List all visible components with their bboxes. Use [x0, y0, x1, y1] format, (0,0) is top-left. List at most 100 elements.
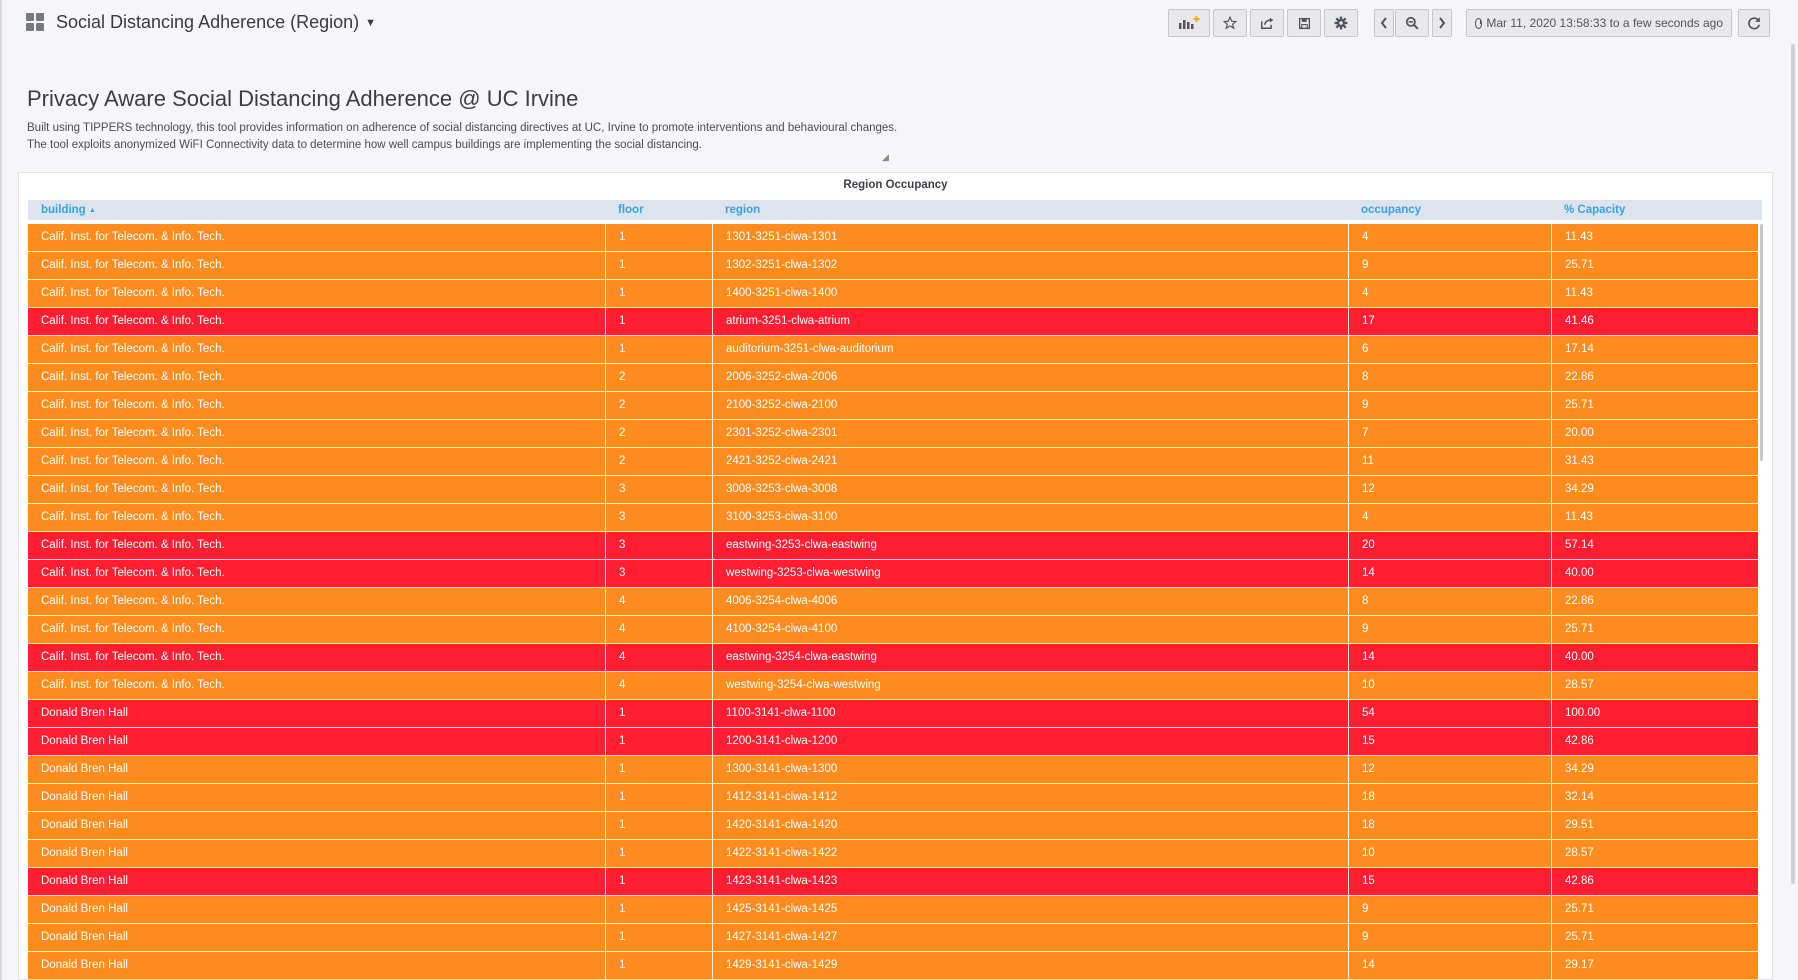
cell-capacity: 34.29: [1551, 756, 1758, 783]
table-row[interactable]: Donald Bren Hall 1 1425-3141-clwa-1425 9 25.…: [28, 896, 1758, 923]
save-button[interactable]: [1287, 9, 1321, 37]
cell-region: westwing-3253-clwa-westwing: [712, 560, 1348, 587]
cell-floor: 2: [605, 364, 712, 391]
cell-building: Calif. Inst. for Telecom. & Info. Tech.: [41, 679, 225, 691]
cell-floor: 3: [605, 476, 712, 503]
cell-floor: 1: [605, 756, 712, 783]
cell-floor: 1: [605, 280, 712, 307]
cell-occupancy: 54: [1348, 700, 1551, 727]
cell-capacity: 25.71: [1551, 924, 1758, 951]
table-row[interactable]: Donald Bren Hall 1 1420-3141-clwa-1420 18 29…: [28, 812, 1758, 839]
table-row[interactable]: Calif. Inst. for Telecom. & Info. Tech. 4…: [28, 616, 1758, 643]
cell-region: 1425-3141-clwa-1425: [712, 896, 1348, 923]
settings-icon: [1334, 16, 1348, 30]
cell-floor: 1: [605, 812, 712, 839]
cell-floor: 1: [605, 336, 712, 363]
cell-floor: 1: [605, 784, 712, 811]
cell-floor: 1: [605, 924, 712, 951]
dashboard-title-dropdown[interactable]: Social Distancing Adherence (Region) ▼: [56, 12, 376, 33]
table-body: Calif. Inst. for Telecom. & Info. Tech. 1…: [28, 224, 1758, 979]
cell-region: 1200-3141-clwa-1200: [712, 728, 1348, 755]
table-scrollbar[interactable]: [1760, 224, 1763, 461]
cell-building: Calif. Inst. for Telecom. & Info. Tech.: [41, 623, 225, 635]
cell-floor: 1: [605, 224, 712, 251]
table-row[interactable]: Calif. Inst. for Telecom. & Info. Tech. 2…: [28, 392, 1758, 419]
table-row[interactable]: Calif. Inst. for Telecom. & Info. Tech. 1…: [28, 224, 1758, 251]
cell-building: Donald Bren Hall: [41, 791, 128, 803]
region-occupancy-panel: Region Occupancy building ▲ floor region…: [18, 172, 1773, 980]
table-row[interactable]: Calif. Inst. for Telecom. & Info. Tech. 3…: [28, 504, 1758, 531]
cell-building: Calif. Inst. for Telecom. & Info. Tech.: [41, 287, 225, 299]
apps-grid-icon[interactable]: [26, 13, 44, 31]
table-row[interactable]: Donald Bren Hall 1 1200-3141-clwa-1200 15 42…: [28, 728, 1758, 755]
table-row[interactable]: Calif. Inst. for Telecom. & Info. Tech. 3…: [28, 532, 1758, 559]
add-panel-button[interactable]: [1168, 9, 1210, 37]
cell-building: Donald Bren Hall: [41, 903, 128, 915]
cell-building: Calif. Inst. for Telecom. & Info. Tech.: [41, 315, 225, 327]
star-button[interactable]: [1213, 9, 1247, 37]
time-shift-back-button[interactable]: [1374, 9, 1394, 37]
cell-region: eastwing-3253-clwa-eastwing: [712, 532, 1348, 559]
cell-occupancy: 12: [1348, 756, 1551, 783]
cell-floor: 1: [605, 252, 712, 279]
table-row[interactable]: Calif. Inst. for Telecom. & Info. Tech. 2…: [28, 420, 1758, 447]
column-header-occupancy[interactable]: occupancy: [1361, 204, 1421, 216]
cell-building: Calif. Inst. for Telecom. & Info. Tech.: [41, 567, 225, 579]
table-panel-title[interactable]: Region Occupancy: [19, 179, 1772, 191]
page-left-edge: [0, 0, 3, 980]
cell-building: Donald Bren Hall: [41, 819, 128, 831]
cell-capacity: 29.17: [1551, 952, 1758, 979]
share-button[interactable]: [1250, 9, 1284, 37]
zoom-out-button[interactable]: [1395, 9, 1429, 37]
cell-region: auditorium-3251-clwa-auditorium: [712, 336, 1348, 363]
table-row[interactable]: Donald Bren Hall 1 1427-3141-clwa-1427 9 25.…: [28, 924, 1758, 951]
cell-building: Calif. Inst. for Telecom. & Info. Tech.: [41, 399, 225, 411]
settings-button[interactable]: [1324, 9, 1358, 37]
cell-occupancy: 8: [1348, 364, 1551, 391]
table-row[interactable]: Calif. Inst. for Telecom. & Info. Tech. 4…: [28, 644, 1758, 671]
column-header-capacity[interactable]: % Capacity: [1564, 204, 1625, 216]
share-icon: [1261, 17, 1274, 29]
table-row[interactable]: Donald Bren Hall 1 1429-3141-clwa-1429 14 29…: [28, 952, 1758, 979]
table-row[interactable]: Donald Bren Hall 1 1100-3141-clwa-1100 54 10…: [28, 700, 1758, 727]
cell-occupancy: 12: [1348, 476, 1551, 503]
cell-region: 3100-3253-clwa-3100: [712, 504, 1348, 531]
cell-region: westwing-3254-clwa-westwing: [712, 672, 1348, 699]
cell-region: 1301-3251-clwa-1301: [712, 224, 1348, 251]
chevron-left-icon: [1380, 17, 1387, 29]
column-header-region[interactable]: region: [725, 204, 760, 216]
table-row[interactable]: Calif. Inst. for Telecom. & Info. Tech. 2…: [28, 448, 1758, 475]
cell-building: Calif. Inst. for Telecom. & Info. Tech.: [41, 539, 225, 551]
star-icon: [1223, 16, 1237, 30]
table-row[interactable]: Calif. Inst. for Telecom. & Info. Tech. 3…: [28, 560, 1758, 587]
table-row[interactable]: Donald Bren Hall 1 1412-3141-clwa-1412 18 32…: [28, 784, 1758, 811]
cell-capacity: 42.86: [1551, 868, 1758, 895]
cell-occupancy: 9: [1348, 616, 1551, 643]
table-row[interactable]: Calif. Inst. for Telecom. & Info. Tech. 3…: [28, 476, 1758, 503]
cell-region: 4006-3254-clwa-4006: [712, 588, 1348, 615]
cell-floor: 4: [605, 616, 712, 643]
table-row[interactable]: Calif. Inst. for Telecom. & Info. Tech. 1…: [28, 336, 1758, 363]
table-row[interactable]: Donald Bren Hall 1 1300-3141-clwa-1300 12 34…: [28, 756, 1758, 783]
cell-building: Calif. Inst. for Telecom. & Info. Tech.: [41, 483, 225, 495]
cell-region: 1100-3141-clwa-1100: [712, 700, 1348, 727]
table-row[interactable]: Donald Bren Hall 1 1422-3141-clwa-1422 10 28…: [28, 840, 1758, 867]
column-header-building[interactable]: building ▲: [41, 204, 96, 216]
page-scrollbar[interactable]: [1791, 44, 1795, 884]
refresh-button[interactable]: [1738, 9, 1770, 37]
table-row[interactable]: Calif. Inst. for Telecom. & Info. Tech. 1…: [28, 280, 1758, 307]
table-row[interactable]: Calif. Inst. for Telecom. & Info. Tech. 4…: [28, 672, 1758, 699]
panel-resize-handle[interactable]: ◢: [882, 152, 889, 163]
cell-capacity: 11.43: [1551, 224, 1758, 251]
cell-capacity: 22.86: [1551, 588, 1758, 615]
cell-floor: 1: [605, 952, 712, 979]
column-header-floor[interactable]: floor: [618, 204, 644, 216]
table-row[interactable]: Calif. Inst. for Telecom. & Info. Tech. 2…: [28, 364, 1758, 391]
time-shift-forward-button[interactable]: [1432, 9, 1452, 37]
time-range-picker[interactable]: Mar 11, 2020 13:58:33 to a few seconds a…: [1466, 9, 1732, 37]
table-row[interactable]: Calif. Inst. for Telecom. & Info. Tech. 1…: [28, 308, 1758, 335]
table-row[interactable]: Donald Bren Hall 1 1423-3141-clwa-1423 15 42…: [28, 868, 1758, 895]
table-row[interactable]: Calif. Inst. for Telecom. & Info. Tech. 1…: [28, 252, 1758, 279]
cell-region: 1400-3251-clwa-1400: [712, 280, 1348, 307]
table-row[interactable]: Calif. Inst. for Telecom. & Info. Tech. 4…: [28, 588, 1758, 615]
